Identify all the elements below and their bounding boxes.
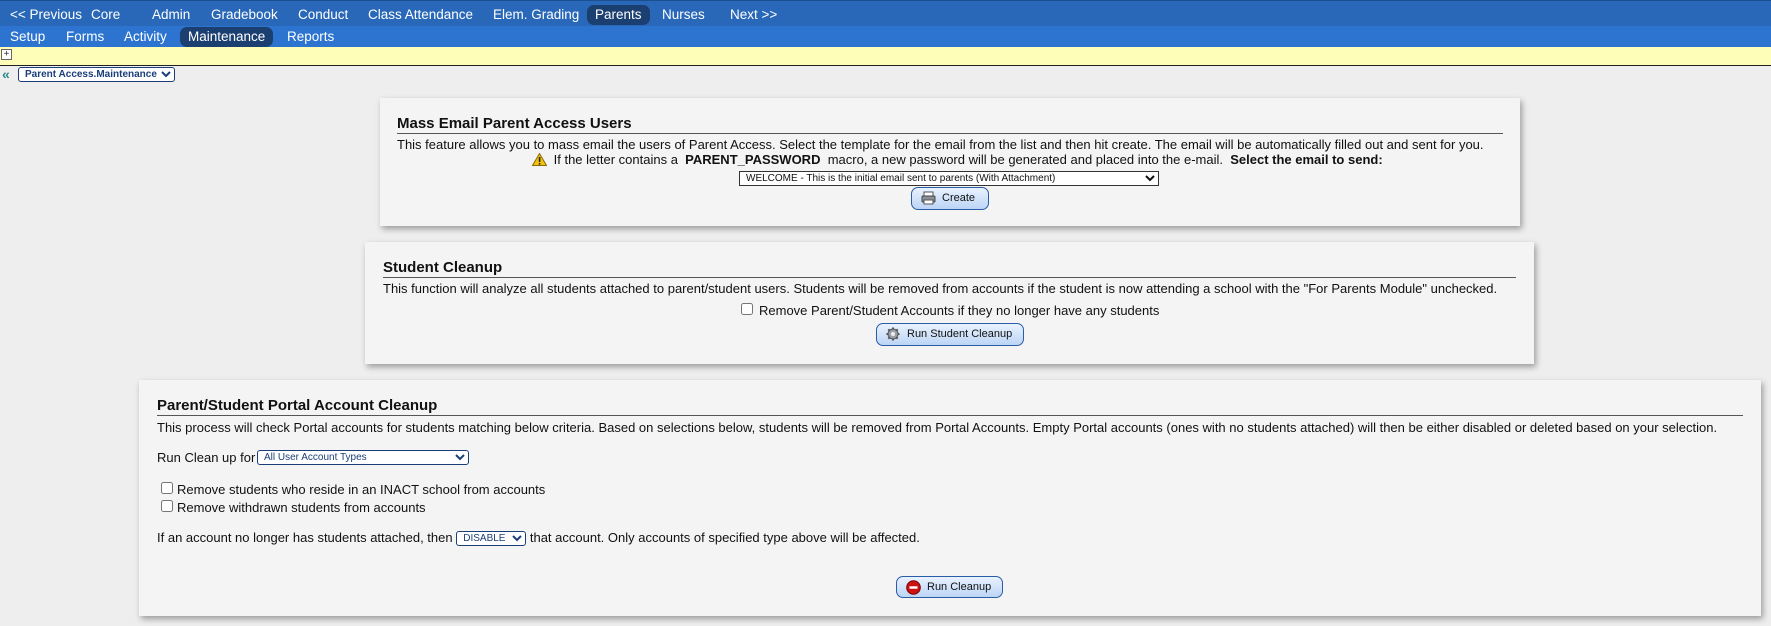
warning-suffix: macro, a new password will be generated … [827,152,1223,167]
inact-school-label: Remove students who reside in an INACT s… [177,482,546,497]
nav-gradebook[interactable]: Gradebook [203,5,286,25]
breadcrumb: « Parent Access.Maintenance [0,66,1771,83]
portal-cleanup-panel: Parent/Student Portal Account Cleanup Th… [139,380,1761,616]
subnav-forms[interactable]: Forms [58,27,112,47]
create-button-label: Create [942,192,976,204]
subnav-activity[interactable]: Activity [116,27,175,47]
run-cleanup-button[interactable]: Run Cleanup [896,576,1003,598]
page-selector[interactable]: Parent Access.Maintenance [18,67,175,82]
primary-nav: << Previous Core Admin Gradebook Conduct… [0,0,1771,26]
inact-school-checkbox[interactable] [161,482,173,494]
nav-elem-grading[interactable]: Elem. Grading [485,5,587,25]
run-cleanup-label: Run Cleanup [927,581,992,593]
student-cleanup-title: Student Cleanup [383,259,1516,278]
account-action-select[interactable]: DISABLE [456,531,527,546]
create-button[interactable]: Create [911,187,989,210]
run-student-cleanup-button[interactable]: Run Student Cleanup [876,323,1024,346]
remove-accounts-checkbox[interactable] [741,303,753,315]
nav-previous[interactable]: << Previous [2,5,90,25]
account-type-select[interactable]: All User Account Types [257,450,469,465]
account-action-line: If an account no longer has students att… [157,530,920,546]
nav-parents[interactable]: Parents [587,5,650,25]
warning-prefix: If the letter contains a [553,152,678,167]
stop-icon [906,580,921,598]
printer-icon [921,191,936,208]
portal-cleanup-description: This process will check Portal accounts … [157,420,1718,435]
student-cleanup-description: This function will analyze all students … [383,281,1498,296]
nav-core[interactable]: Core [83,5,128,25]
select-email-label: Select the email to send: [1230,152,1383,167]
mass-email-warning-line: If the letter contains a PARENT_PASSWORD… [531,152,1383,167]
withdrawn-label: Remove withdrawn students from accounts [177,500,426,515]
portal-cleanup-title: Parent/Student Portal Account Cleanup [157,397,1743,416]
secondary-nav: Setup Forms Activity Maintenance Reports [0,26,1771,47]
withdrawn-checkbox[interactable] [161,500,173,512]
nav-class-attendance[interactable]: Class Attendance [360,5,481,25]
subnav-setup[interactable]: Setup [2,27,53,47]
remove-accounts-label: Remove Parent/Student Accounts if they n… [759,303,1160,318]
nav-next[interactable]: Next >> [722,5,785,25]
toolbar: + [0,47,1771,66]
double-chevron-left-icon[interactable]: « [2,66,10,82]
email-template-select[interactable]: WELCOME - This is the initial email sent… [739,171,1159,186]
mass-email-title: Mass Email Parent Access Users [397,115,1503,134]
run-for-label: Run Clean up for [157,450,256,465]
mass-email-panel: Mass Email Parent Access Users This feat… [380,98,1520,226]
subnav-maintenance[interactable]: Maintenance [180,27,274,47]
nav-admin[interactable]: Admin [144,5,198,25]
nav-nurses[interactable]: Nurses [654,5,713,25]
student-cleanup-panel: Student Cleanup This function will analy… [365,242,1534,364]
warning-icon [531,152,548,166]
nav-conduct[interactable]: Conduct [290,5,356,25]
subnav-reports[interactable]: Reports [279,27,342,47]
run-student-cleanup-label: Run Student Cleanup [907,328,1013,340]
expand-icon[interactable]: + [1,49,12,60]
mass-email-description: This feature allows you to mass email th… [397,137,1484,152]
gear-icon [886,327,900,344]
macro-name: PARENT_PASSWORD [685,152,821,167]
account-action-suffix: that account. Only accounts of specified… [529,530,920,545]
account-action-prefix: If an account no longer has students att… [157,530,453,545]
